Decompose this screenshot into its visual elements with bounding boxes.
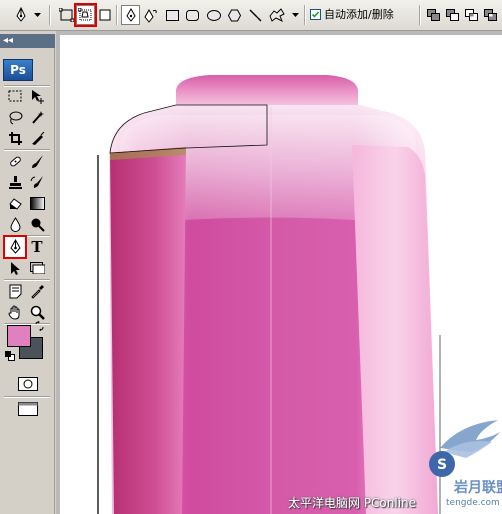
polygon-shape-icon[interactable] <box>226 6 243 24</box>
subtract-from-path-area-icon[interactable] <box>444 6 461 24</box>
watermark-logo-letter: S <box>437 457 447 473</box>
rectangle-shape-icon[interactable] <box>164 6 181 24</box>
freeform-pen-option-icon[interactable] <box>142 6 159 24</box>
blur-tool-icon[interactable] <box>5 214 25 234</box>
move-tool-icon[interactable] <box>27 86 47 106</box>
rounded-rectangle-shape-icon[interactable] <box>184 6 201 24</box>
gradient-tool-icon[interactable] <box>27 193 47 213</box>
rectangle-tool-icon[interactable] <box>27 258 47 278</box>
magic-wand-tool-icon[interactable] <box>27 107 47 127</box>
notes-tool-icon[interactable] <box>5 281 25 301</box>
custom-shape-icon[interactable] <box>268 6 286 24</box>
history-brush-tool-icon[interactable] <box>27 172 47 192</box>
watermark-logo: S 岩月联盟 <box>420 418 502 501</box>
watermark-site: tengde.com <box>446 498 500 508</box>
pen-tool-icon[interactable] <box>3 235 27 259</box>
zoom-tool-icon[interactable] <box>27 302 47 322</box>
shape-layers-mode-icon[interactable] <box>57 6 76 24</box>
rectangular-marquee-tool-icon[interactable] <box>5 86 25 106</box>
clone-stamp-tool-icon[interactable] <box>5 172 25 192</box>
dodge-tool-icon[interactable] <box>27 214 47 234</box>
shape-dropdown-arrow-icon[interactable] <box>290 6 300 24</box>
quick-mask-mode-icon[interactable] <box>17 374 39 394</box>
lasso-tool-icon[interactable] <box>5 107 25 127</box>
eraser-tool-icon[interactable] <box>5 193 25 213</box>
screen-mode-icon[interactable] <box>17 399 39 419</box>
brush-tool-icon[interactable] <box>27 151 47 171</box>
svg-text:岩月联盟: 岩月联盟 <box>453 479 502 496</box>
auto-add-delete-checkbox[interactable] <box>310 9 321 20</box>
options-bar: 自动添加/删除 <box>0 0 502 31</box>
preset-dropdown-arrow-icon[interactable] <box>32 6 42 24</box>
ellipse-shape-icon[interactable] <box>205 6 222 24</box>
add-to-path-area-icon[interactable] <box>425 6 442 24</box>
watermark-text: 太平洋电脑网 PConline <box>288 496 417 510</box>
toolbox: ◂◂ Ps T <box>0 34 55 514</box>
toolbox-header[interactable]: ◂◂ <box>0 34 55 48</box>
healing-brush-tool-icon[interactable] <box>5 151 25 171</box>
fill-pixels-mode-icon[interactable] <box>96 6 113 24</box>
path-selection-tool-icon[interactable] <box>5 258 25 278</box>
swap-colors-icon[interactable] <box>34 320 46 332</box>
collapse-arrows-icon[interactable]: ◂◂ <box>3 34 13 47</box>
crop-tool-icon[interactable] <box>5 128 25 148</box>
photoshop-logo[interactable]: Ps <box>3 59 33 81</box>
auto-add-delete-label[interactable]: 自动添加/删除 <box>324 8 394 22</box>
hand-tool-icon[interactable] <box>5 302 25 322</box>
paths-mode-icon[interactable] <box>74 3 97 27</box>
eyedropper-tool-icon[interactable] <box>27 281 47 301</box>
intersect-path-areas-icon[interactable] <box>463 6 480 24</box>
pen-option-icon[interactable] <box>121 5 140 25</box>
exclude-overlapping-path-areas-icon[interactable] <box>482 6 499 24</box>
type-tool-icon[interactable]: T <box>27 237 47 257</box>
line-shape-icon[interactable] <box>247 6 264 24</box>
tool-preset-pen-icon[interactable] <box>12 6 30 24</box>
default-colors-icon[interactable] <box>4 350 16 362</box>
foreground-color-swatch[interactable] <box>7 325 31 347</box>
slice-tool-icon[interactable] <box>27 128 47 148</box>
